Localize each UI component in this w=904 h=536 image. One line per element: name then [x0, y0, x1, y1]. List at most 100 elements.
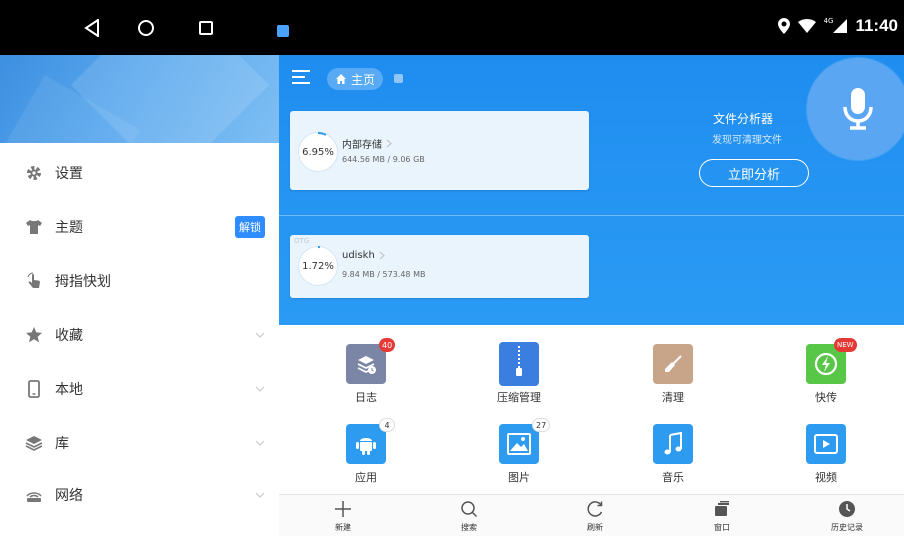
zip-icon [499, 342, 539, 386]
toolbar-label: 历史记录 [831, 523, 863, 532]
sidebar-item-theme[interactable]: 主题 解锁 [0, 207, 279, 247]
plus-icon [333, 499, 353, 519]
app-compress[interactable]: 压缩管理 [469, 338, 569, 408]
star-icon [24, 325, 44, 345]
notification-app-icon [277, 25, 289, 37]
sidebar-item-label: 收藏 [55, 328, 83, 344]
recents-square-icon [199, 21, 213, 35]
system-bar: 4G 11:40 [0, 0, 904, 55]
toolbar-label: 刷新 [587, 523, 603, 532]
analyze-now-button[interactable]: 立即分析 [699, 159, 809, 187]
history-button[interactable]: 历史记录 [817, 497, 877, 535]
layers-icon [24, 433, 44, 453]
gesture-icon [24, 271, 44, 291]
usage-percent: 1.72% [298, 246, 338, 286]
clock: 11:40 [855, 16, 898, 35]
app-images[interactable]: 27 图片 [469, 418, 569, 488]
count-badge: 4 [379, 418, 395, 432]
storage-panel: 主页 6.95% 内部存储 644.56 MB / 9.06 GB OTG 1.… [279, 55, 904, 325]
network-icon [24, 485, 44, 505]
chevron-down-icon [255, 386, 265, 392]
count-badge: 27 [532, 418, 551, 432]
toolbar-label: 新建 [335, 523, 351, 532]
usage-percent: 6.95% [298, 132, 338, 172]
image-icon [499, 424, 539, 464]
shirt-icon [24, 217, 44, 237]
video-icon [806, 424, 846, 464]
refresh-icon [585, 499, 605, 519]
unlock-badge[interactable]: 解锁 [235, 216, 265, 238]
bottom-toolbar: 新建 搜索 刷新 窗口 历史记录 [279, 494, 904, 536]
storage-name: 内部存储 [342, 136, 392, 151]
sidebar-item-favorites[interactable]: 收藏 [0, 315, 279, 355]
sidebar-item-network[interactable]: 网络 [0, 475, 279, 515]
app-label: 音乐 [662, 471, 684, 484]
history-icon [837, 499, 857, 519]
gear-icon [24, 163, 44, 183]
app-quick-transfer[interactable]: NEW 快传 [776, 338, 876, 408]
microphone-icon [843, 88, 873, 130]
breadcrumb-home[interactable]: 主页 [327, 68, 384, 90]
windows-button[interactable]: 窗口 [692, 497, 752, 535]
search-button[interactable]: 搜索 [439, 497, 499, 535]
chevron-down-icon [255, 332, 265, 338]
music-note-icon [653, 424, 693, 464]
breadcrumb-home-label: 主页 [351, 72, 376, 87]
storage-name: udiskh [342, 250, 385, 261]
app-label: 清理 [662, 391, 684, 404]
app-label: 图片 [508, 471, 530, 484]
new-badge: NEW [834, 338, 857, 352]
sidebar-item-label: 库 [55, 436, 69, 452]
storage-size: 644.56 MB / 9.06 GB [342, 155, 425, 164]
toolbar-label: 搜索 [461, 523, 477, 532]
app-label: 快传 [815, 391, 837, 404]
android-icon [346, 424, 386, 464]
nav-recents-button[interactable] [190, 12, 222, 44]
chevron-right-icon [379, 251, 385, 260]
menu-icon[interactable] [291, 69, 311, 85]
app-cleaner[interactable]: 清理 [623, 338, 723, 408]
home-circle-icon [138, 20, 154, 36]
windows-icon [712, 499, 732, 519]
nav-back-button[interactable] [76, 12, 108, 44]
app-label: 压缩管理 [497, 391, 541, 404]
status-icons: 4G 11:40 [777, 16, 898, 36]
app-music[interactable]: 音乐 [623, 418, 723, 488]
nav-home-button[interactable] [130, 12, 162, 44]
sidebar-item-library[interactable]: 库 [0, 423, 279, 463]
app-label: 日志 [355, 391, 377, 404]
chevron-right-icon [386, 139, 392, 148]
analyzer-title: 文件分析器 [713, 112, 774, 126]
app-label: 视频 [815, 471, 837, 484]
toolbar-label: 窗口 [714, 523, 730, 532]
breadcrumb-marker [394, 74, 403, 83]
new-button[interactable]: 新建 [313, 497, 373, 535]
app-video[interactable]: 视频 [776, 418, 876, 488]
phone-icon [24, 379, 44, 399]
sidebar-header-banner [0, 55, 279, 143]
log-icon [346, 344, 386, 384]
refresh-button[interactable]: 刷新 [565, 497, 625, 535]
otg-tag: OTG [294, 237, 310, 245]
divider [279, 215, 904, 216]
app-apps[interactable]: 4 应用 [316, 418, 416, 488]
sidebar-item-label: 本地 [55, 382, 83, 398]
sidebar-item-settings[interactable]: 设置 [0, 153, 279, 193]
sidebar-item-label: 设置 [55, 166, 83, 182]
sidebar-item-label: 拇指快划 [55, 274, 111, 290]
sidebar-drawer: 设置 主题 解锁 拇指快划 收藏 本地 库 网络 [0, 55, 279, 536]
analyzer-subtitle: 发现可清理文件 [712, 135, 782, 146]
sidebar-item-thumb-swipe[interactable]: 拇指快划 [0, 261, 279, 301]
app-log[interactable]: 40 日志 [316, 338, 416, 408]
signal-icon [833, 19, 848, 33]
sidebar-item-local[interactable]: 本地 [0, 369, 279, 409]
sidebar-item-label: 网络 [55, 488, 83, 504]
network-type-label: 4G [823, 17, 834, 25]
sidebar-item-label: 主题 [55, 220, 83, 236]
back-triangle-icon [84, 19, 99, 37]
chevron-down-icon [255, 492, 265, 498]
internal-storage-card[interactable]: 6.95% 内部存储 644.56 MB / 9.06 GB [290, 111, 589, 190]
voice-search-button[interactable] [807, 58, 904, 160]
location-icon [777, 18, 790, 34]
usb-storage-card[interactable]: OTG 1.72% udiskh 9.84 MB / 573.48 MB [290, 235, 589, 298]
